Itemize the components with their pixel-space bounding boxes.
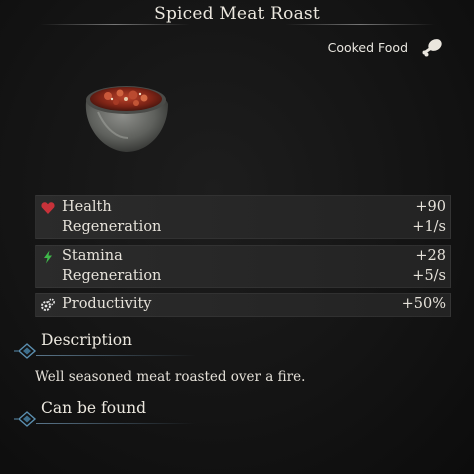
health-value: +90 bbox=[415, 199, 446, 215]
productivity-stat-panel: Productivity +50% bbox=[35, 293, 451, 317]
heart-icon bbox=[41, 202, 55, 214]
title-divider-left bbox=[40, 24, 190, 25]
stamina-regen-row: Regeneration +5/s bbox=[36, 267, 450, 287]
stamina-regen-label: Regeneration bbox=[62, 268, 162, 284]
productivity-label: Productivity bbox=[62, 296, 152, 312]
diamond-ornament-icon bbox=[14, 343, 37, 359]
description-text: Well seasoned meat roasted over a fire. bbox=[35, 369, 306, 385]
productivity-value: +50% bbox=[401, 296, 446, 312]
gears-icon bbox=[41, 298, 55, 311]
health-label: Health bbox=[62, 199, 112, 215]
stamina-row: Stamina +28 bbox=[36, 247, 450, 267]
health-stat-panel: Health +90 Regeneration +1/s bbox=[35, 195, 451, 239]
stamina-regen-value: +5/s bbox=[412, 268, 446, 284]
stamina-stat-panel: Stamina +28 Regeneration +5/s bbox=[35, 245, 451, 288]
health-regen-row: Regeneration +1/s bbox=[36, 218, 450, 238]
health-regen-label: Regeneration bbox=[62, 219, 162, 235]
found-underline bbox=[36, 423, 196, 424]
lightning-icon bbox=[44, 250, 52, 264]
meat-drumstick-icon bbox=[422, 39, 442, 57]
description-title: Description bbox=[41, 331, 133, 349]
stamina-value: +28 bbox=[415, 248, 446, 264]
description-underline bbox=[36, 355, 196, 356]
health-regen-value: +1/s bbox=[412, 219, 446, 235]
health-row: Health +90 bbox=[36, 198, 450, 218]
found-title: Can be found bbox=[41, 399, 146, 417]
diamond-ornament-icon bbox=[14, 411, 37, 427]
item-category: Cooked Food bbox=[327, 40, 408, 55]
description-header: Description bbox=[14, 331, 214, 361]
food-item-image bbox=[85, 86, 168, 152]
found-header: Can be found bbox=[14, 399, 214, 429]
title-divider-right bbox=[285, 24, 435, 25]
stamina-label: Stamina bbox=[62, 248, 123, 264]
item-title: Spiced Meat Roast bbox=[154, 4, 320, 24]
title-bar: Spiced Meat Roast bbox=[0, 0, 474, 26]
productivity-row: Productivity +50% bbox=[36, 295, 450, 315]
